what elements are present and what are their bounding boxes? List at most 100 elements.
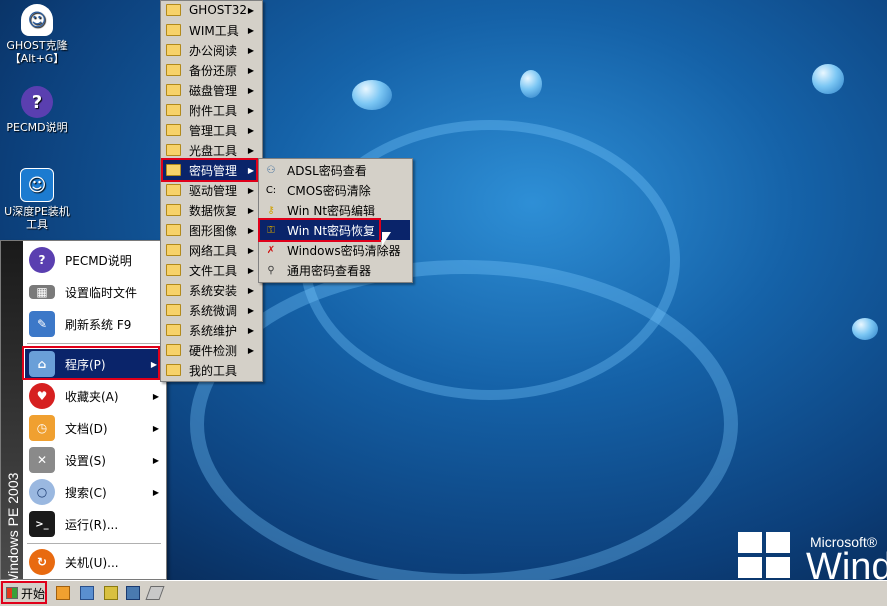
documents-icon: ◷ [29, 415, 55, 441]
password-item[interactable]: ⚲ 通用密码查看器 [259, 260, 410, 280]
start-item-settings[interactable]: ✕ 设置(S) ▶ [25, 445, 163, 475]
quicklaunch-disk-icon[interactable] [80, 586, 94, 600]
start-item-pecmd-help[interactable]: ? PECMD说明 [25, 245, 163, 275]
settings-tools-icon: ✕ [29, 447, 55, 473]
quicklaunch-brush-icon[interactable] [126, 586, 140, 600]
start-item-label: 设置临时文件 [65, 285, 138, 300]
desktop-icon-label: GHOST克隆 [6, 39, 68, 52]
heart-icon: ♥ [29, 383, 55, 409]
submenu-arrow-icon: ▶ [247, 165, 254, 175]
quicklaunch-tools-icon[interactable] [104, 586, 118, 600]
programs-item[interactable]: 驱动管理 ▶ [161, 180, 260, 200]
taskbar: 开始 [0, 580, 887, 606]
start-item-favorites[interactable]: ♥ 收藏夹(A) ▶ [25, 381, 163, 411]
folder-icon [166, 344, 181, 356]
programs-item[interactable]: 办公阅读 ▶ [161, 40, 260, 60]
folder-icon [166, 204, 181, 216]
start-item-temp-files[interactable]: ▦ 设置临时文件 [25, 277, 163, 307]
password-item[interactable]: C: CMOS密码清除 [259, 180, 410, 200]
folder-icon [166, 104, 181, 116]
cmos-icon: C: [265, 184, 277, 196]
folder-icon [166, 64, 181, 76]
submenu-arrow-icon: ▶ [247, 285, 254, 295]
start-item-programs[interactable]: ⌂ 程序(P) ▶ [25, 349, 161, 379]
submenu-arrow-icon: ▶ [247, 145, 254, 155]
programs-item[interactable]: 图形图像 ▶ [161, 220, 260, 240]
start-item-label: 运行(R)... [65, 517, 119, 532]
start-item-shutdown[interactable]: ↻ 关机(U)... [25, 547, 163, 577]
submenu-arrow-icon: ▶ [247, 125, 254, 135]
start-button[interactable]: 开始 [2, 583, 46, 603]
submenu-arrow-icon: ▶ [152, 455, 159, 465]
password-item-label: Win Nt密码恢复 [287, 223, 376, 238]
start-item-label: 刷新系统 F9 [65, 317, 132, 332]
programs-item[interactable]: 硬件检测 ▶ [161, 340, 260, 360]
folder-icon [166, 184, 181, 196]
folder-icon [166, 84, 181, 96]
key-edit-icon: ⚷ [267, 204, 275, 216]
password-item-label: ADSL密码查看 [287, 163, 367, 178]
desktop-icon-ghost[interactable]: ☺ GHOST克隆 【Alt+G】 [0, 4, 74, 65]
folder-icon [166, 324, 181, 336]
programs-item-label: WIM工具 [189, 23, 239, 38]
windows-logo [738, 532, 790, 580]
programs-item[interactable]: 系统微调 ▶ [161, 300, 260, 320]
folder-icon [166, 24, 181, 36]
programs-item[interactable]: 光盘工具 ▶ [161, 140, 260, 160]
programs-item-label: 系统微调 [189, 303, 238, 318]
programs-item[interactable]: 系统安装 ▶ [161, 280, 260, 300]
programs-item[interactable]: 密码管理 ▶ [161, 160, 260, 180]
start-item-documents[interactable]: ◷ 文档(D) ▶ [25, 413, 163, 443]
programs-item[interactable]: 文件工具 ▶ [161, 260, 260, 280]
start-item-search[interactable]: ○ 搜索(C) ▶ [25, 477, 163, 507]
quicklaunch-eraser-icon[interactable] [145, 586, 165, 600]
password-item[interactable]: ⚇ ADSL密码查看 [259, 160, 410, 180]
desktop-icon-label: PECMD说明 [6, 121, 68, 134]
programs-item[interactable]: 网络工具 ▶ [161, 240, 260, 260]
desktop-icon-pecmd-help[interactable]: ? PECMD说明 [0, 86, 74, 134]
programs-item-label: 管理工具 [189, 123, 238, 138]
folder-icon [166, 304, 181, 316]
folder-icon [166, 44, 181, 56]
start-item-refresh[interactable]: ✎ 刷新系统 F9 [25, 309, 163, 339]
programs-item-label: 网络工具 [189, 243, 238, 258]
desktop-icon-label: 工具 [26, 218, 48, 231]
programs-item[interactable]: 系统维护 ▶ [161, 320, 260, 340]
start-item-run[interactable]: >_ 运行(R)... [25, 509, 163, 539]
ghost-icon: ☺ [21, 4, 53, 36]
water-drop [812, 64, 844, 94]
run-icon: >_ [29, 511, 55, 537]
windows-flag-icon [6, 587, 18, 599]
paint-brush-icon: ✎ [29, 311, 55, 337]
menu-separator [27, 343, 161, 344]
submenu-arrow-icon: ▶ [247, 25, 254, 35]
shutdown-icon: ↻ [29, 549, 55, 575]
water-drop [852, 318, 878, 340]
start-item-label: 程序(P) [65, 357, 106, 372]
submenu-arrow-icon: ▶ [247, 225, 254, 235]
password-item-label: Win Nt密码编辑 [287, 203, 376, 218]
programs-item[interactable]: 备份还原 ▶ [161, 60, 260, 80]
programs-item-label: 硬件检测 [189, 343, 238, 358]
programs-item[interactable]: 管理工具 ▶ [161, 120, 260, 140]
programs-item-label: 办公阅读 [189, 43, 238, 58]
water-drop [352, 80, 392, 110]
programs-item-label: 附件工具 [189, 103, 238, 118]
programs-item[interactable]: 数据恢复 ▶ [161, 200, 260, 220]
programs-item[interactable]: 磁盘管理 ▶ [161, 80, 260, 100]
programs-item[interactable]: WIM工具 ▶ [161, 20, 260, 40]
programs-item-label: GHOST32 [189, 3, 247, 17]
submenu-arrow-icon: ▶ [150, 359, 157, 369]
quicklaunch-explorer-icon[interactable] [56, 586, 70, 600]
programs-item[interactable]: 我的工具 [161, 360, 260, 380]
submenu-arrow-icon: ▶ [247, 85, 254, 95]
mouse-cursor-icon [382, 232, 391, 246]
password-item[interactable]: ⚷ Win Nt密码编辑 [259, 200, 410, 220]
my-tools-icon [166, 364, 181, 376]
folder-icon [166, 4, 181, 16]
desktop-icon-udeepin-installer[interactable]: ☺ U深度PE装机 工具 [0, 168, 74, 231]
programs-item[interactable]: 附件工具 ▶ [161, 100, 260, 120]
programs-item-label: 数据恢复 [189, 203, 238, 218]
programs-item[interactable]: GHOST32 ▶ [161, 0, 260, 20]
memory-chip-icon: ▦ [29, 285, 55, 299]
